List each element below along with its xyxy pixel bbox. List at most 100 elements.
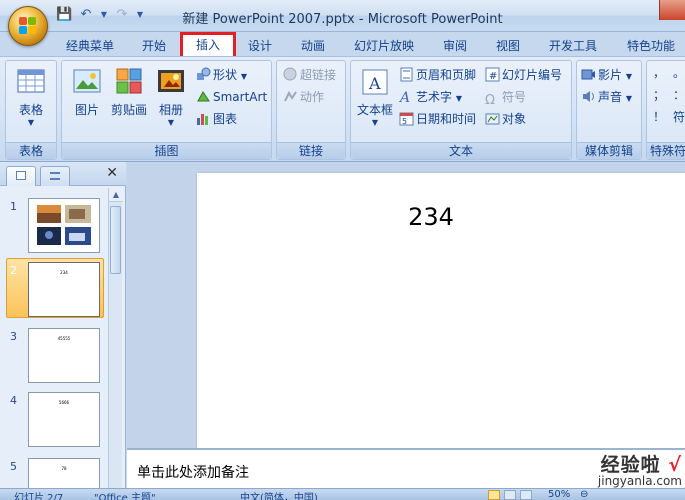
sorter-view-button[interactable] xyxy=(504,490,516,500)
symbol-semicolon[interactable]: ； xyxy=(653,85,665,105)
group-table: 表格 ▼ 表格 xyxy=(5,60,57,160)
office-logo-icon xyxy=(19,17,37,35)
shapes-label: 形状 xyxy=(213,68,238,82)
object-button[interactable]: 对象 xyxy=(485,109,526,129)
table-button[interactable]: 表格 ▼ xyxy=(10,67,52,127)
slide-number: 5 xyxy=(10,460,17,473)
action-button[interactable]: 动作 xyxy=(283,87,324,107)
sound-label: 声音 xyxy=(598,90,623,104)
hyperlink-button[interactable]: 超链接 xyxy=(283,65,336,85)
scroll-up-icon[interactable]: ▲ xyxy=(109,188,123,202)
group-special-symbols: ， 。 ； ： ！ 符 特殊符 xyxy=(646,60,685,160)
dropdown-arrow-icon: ▼ xyxy=(455,94,462,103)
tab-view[interactable]: 视图 xyxy=(494,36,522,56)
slide-canvas[interactable]: 234 xyxy=(197,173,685,448)
symbol-button[interactable]: Ω 符号 xyxy=(485,87,527,108)
slide-number: 4 xyxy=(10,394,17,407)
slide-thumb-text: 234 xyxy=(28,262,100,317)
outline-tab[interactable] xyxy=(40,166,70,186)
movie-label: 影片 xyxy=(598,68,623,82)
omega-icon: Ω xyxy=(485,93,495,108)
movie-button[interactable]: 影片 ▼ xyxy=(581,65,632,85)
watermark-text: 经验啦 xyxy=(600,454,661,476)
symbol-more[interactable]: 符 xyxy=(673,107,685,127)
tab-developer[interactable]: 开发工具 xyxy=(546,36,600,56)
clipart-button[interactable]: 剪贴画 xyxy=(108,67,150,118)
group-label-media: 媒体剪辑 xyxy=(577,142,641,159)
symbol-colon[interactable]: ： xyxy=(673,85,685,105)
textbox-label: 文本框 xyxy=(356,103,393,117)
scroll-thumb[interactable] xyxy=(110,206,121,274)
header-footer-icon xyxy=(399,67,414,82)
shapes-icon xyxy=(196,67,211,82)
ribbon-tabs: 经典菜单 开始 插入 设计 动画 幻灯片放映 审阅 视图 开发工具 特色功能 xyxy=(0,32,685,59)
datetime-label: 日期和时间 xyxy=(416,112,477,126)
clipart-icon xyxy=(114,67,144,97)
object-label: 对象 xyxy=(502,112,527,126)
slides-panel: ✕ 1 2 234 3 45555 4 5666 5 78 ▲ xyxy=(0,162,126,500)
wordart-button[interactable]: A 艺术字 ▼ xyxy=(398,87,462,107)
group-links: 超链接 动作 链接 xyxy=(276,60,346,160)
symbol-label: 符号 xyxy=(502,90,527,104)
close-panel-icon[interactable]: ✕ xyxy=(106,165,118,181)
tab-insert[interactable]: 插入 xyxy=(180,32,236,59)
speaker-icon xyxy=(581,89,596,104)
picture-icon xyxy=(72,67,102,97)
slides-scrollbar[interactable]: ▲ xyxy=(108,188,123,500)
dropdown-arrow-icon: ▼ xyxy=(625,94,632,103)
tab-review[interactable]: 审阅 xyxy=(441,36,469,56)
symbol-exclaim[interactable]: ！ xyxy=(653,107,665,127)
svg-text:A: A xyxy=(399,90,410,104)
picture-button[interactable]: 图片 xyxy=(66,67,108,118)
group-media: 影片 ▼ 声音 ▼ 媒体剪辑 xyxy=(576,60,642,160)
header-footer-button[interactable]: 页眉和页脚 xyxy=(399,65,476,85)
datetime-button[interactable]: 5 日期和时间 xyxy=(399,109,476,129)
reading-view-button[interactable] xyxy=(520,490,532,500)
photo-album-icon xyxy=(156,67,186,97)
svg-text:A: A xyxy=(368,74,381,93)
tab-animation[interactable]: 动画 xyxy=(299,36,327,56)
tab-design[interactable]: 设计 xyxy=(246,36,274,56)
slide-thumb-text: 5666 xyxy=(28,392,100,447)
title-bar: 💾 ↶ ▼ ↷ ▼ 新建 PowerPoint 2007.pptx - Micr… xyxy=(0,0,685,32)
smartart-icon xyxy=(196,89,211,104)
action-icon xyxy=(283,89,298,104)
tab-slideshow[interactable]: 幻灯片放映 xyxy=(352,36,416,56)
slide-text-box[interactable]: 234 xyxy=(187,203,675,231)
album-label: 相册 xyxy=(158,103,183,117)
tab-home[interactable]: 开始 xyxy=(140,36,168,56)
album-button[interactable]: 相册 ▼ xyxy=(150,67,192,127)
tab-classic-menu[interactable]: 经典菜单 xyxy=(64,36,116,56)
slide-number-button[interactable]: # 幻灯片编号 xyxy=(485,65,562,85)
chart-button[interactable]: 图表 xyxy=(196,109,237,129)
symbol-period[interactable]: 。 xyxy=(673,63,685,83)
action-label: 动作 xyxy=(300,90,325,104)
slide-info: 幻灯片 2/7 xyxy=(14,493,64,500)
zoom-out-icon[interactable]: ⊖ xyxy=(580,489,588,500)
smartart-label: SmartArt xyxy=(213,90,268,104)
watermark: 经验啦 √ jingyanla.com xyxy=(562,450,682,488)
ribbon: 表格 ▼ 表格 图片 剪贴画 相册 ▼ 形状 ▼ SmartArt 图表 插图 … xyxy=(0,56,685,162)
clipart-label: 剪贴画 xyxy=(110,103,147,117)
dropdown-arrow-icon: ▼ xyxy=(240,72,247,81)
sound-button[interactable]: 声音 ▼ xyxy=(581,87,632,107)
zoom-level[interactable]: 50% xyxy=(548,489,570,500)
chart-label: 图表 xyxy=(213,112,238,126)
shapes-button[interactable]: 形状 ▼ xyxy=(196,65,247,85)
panel-tabs: ✕ xyxy=(0,162,126,186)
textbox-button[interactable]: A 文本框 ▼ xyxy=(353,67,397,127)
slide-number: 2 xyxy=(10,264,17,277)
normal-view-button[interactable] xyxy=(488,490,500,500)
office-button[interactable] xyxy=(8,6,48,46)
theme-name: "Office 主题" xyxy=(94,493,156,500)
slide-number-icon: # xyxy=(485,67,500,82)
tab-special-features[interactable]: 特色功能 xyxy=(624,36,678,56)
picture-label: 图片 xyxy=(74,103,99,117)
symbol-comma[interactable]: ， xyxy=(653,63,665,83)
close-button[interactable] xyxy=(659,0,685,20)
slide-number: 1 xyxy=(10,200,17,213)
header-footer-label: 页眉和页脚 xyxy=(416,68,477,82)
calendar-icon: 5 xyxy=(399,111,414,126)
slides-tab[interactable] xyxy=(6,166,36,186)
smartart-button[interactable]: SmartArt xyxy=(196,87,267,107)
